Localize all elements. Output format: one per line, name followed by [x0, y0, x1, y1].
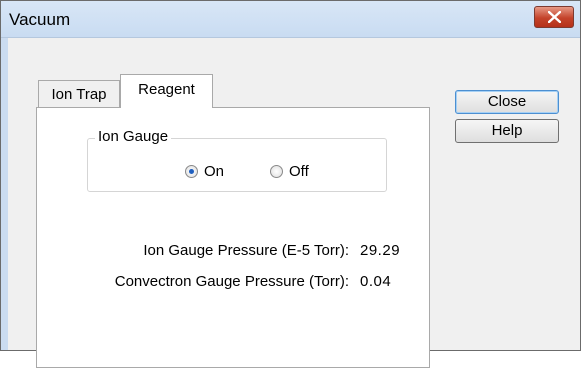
window-close-button[interactable]	[534, 6, 574, 28]
close-button[interactable]: Close	[455, 90, 559, 114]
help-button[interactable]: Help	[455, 119, 559, 143]
ion-gauge-off-radio[interactable]: Off	[270, 163, 309, 180]
ion-gauge-pressure-label: Ion Gauge Pressure (E-5 Torr):	[143, 242, 349, 259]
ion-gauge-group-label: Ion Gauge	[95, 128, 172, 145]
vacuum-dialog: Vacuum Ion Trap Reagent Ion Gauge On Off	[0, 0, 581, 368]
tab-reagent-label: Reagent	[138, 81, 195, 98]
window-frame-left	[1, 38, 8, 350]
ion-gauge-on-label: On	[204, 163, 225, 180]
convectron-gauge-pressure-label: Convectron Gauge Pressure (Torr):	[114, 273, 349, 290]
title-bar[interactable]: Vacuum	[1, 1, 580, 38]
dialog-client-area: Ion Trap Reagent Ion Gauge On Off Ion Ga…	[8, 38, 580, 368]
tab-reagent[interactable]: Reagent	[120, 74, 213, 108]
radio-unselected-icon	[270, 165, 283, 178]
close-icon	[548, 11, 561, 23]
convectron-gauge-pressure-value: 0.04	[360, 273, 392, 290]
tab-ion-trap-label: Ion Trap	[51, 86, 107, 103]
window-title: Vacuum	[9, 10, 71, 29]
reagent-tab-panel: Ion Gauge On Off Ion Gauge Pressure (E-5…	[36, 107, 430, 368]
ion-gauge-groupbox	[87, 138, 387, 192]
radio-selected-icon	[185, 165, 198, 178]
tab-ion-trap[interactable]: Ion Trap	[38, 80, 120, 107]
ion-gauge-on-radio[interactable]: On	[185, 163, 224, 180]
ion-gauge-off-label: Off	[289, 163, 309, 180]
ion-gauge-pressure-value: 29.29	[360, 242, 401, 259]
